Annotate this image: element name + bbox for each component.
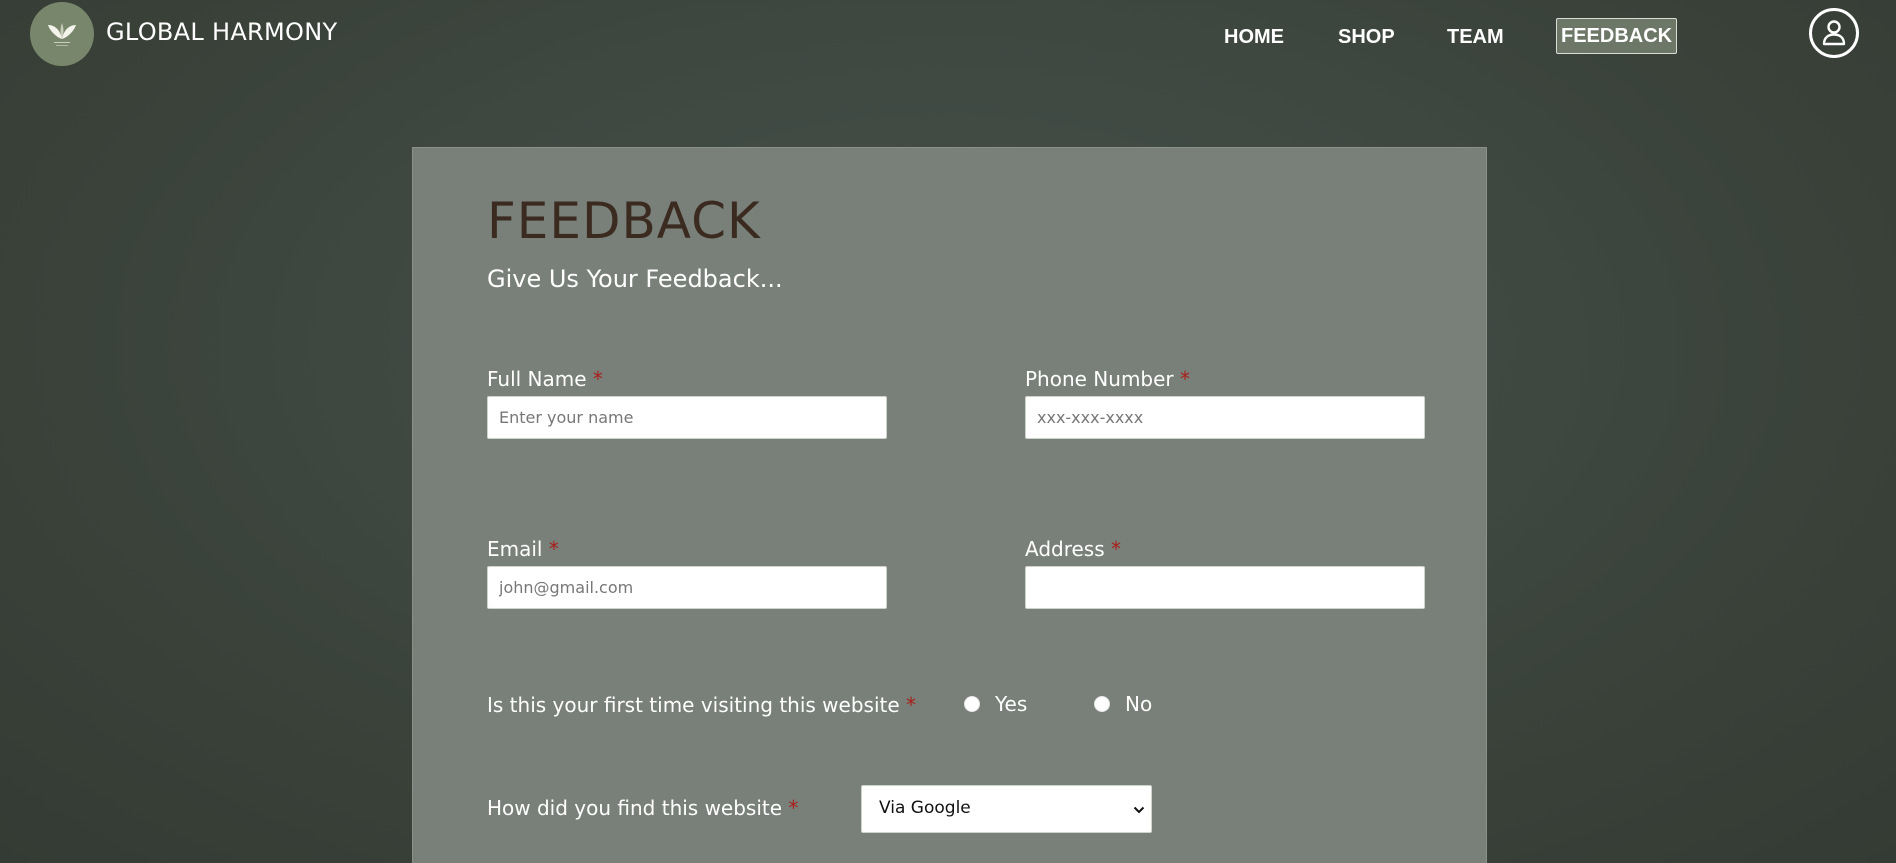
phone-input[interactable] [1025, 396, 1425, 439]
leaf-logo-icon[interactable] [30, 2, 94, 66]
brand-name[interactable]: GLOBAL HARMONY [106, 18, 337, 46]
phone-label-text: Phone Number [1025, 367, 1174, 391]
source-label-text: How did you find this website [487, 796, 783, 820]
email-input[interactable] [487, 566, 887, 609]
feedback-card: FEEDBACK Give Us Your Feedback... Full N… [412, 147, 1487, 863]
chevron-down-icon [1133, 801, 1145, 821]
address-label: Address * [1025, 537, 1121, 561]
page-subtitle: Give Us Your Feedback... [487, 265, 783, 293]
full-name-label: Full Name * [487, 367, 603, 391]
nav-team[interactable]: TEAM [1447, 18, 1504, 56]
radio-no[interactable] [1094, 696, 1110, 712]
source-label: How did you find this website * [487, 796, 798, 820]
required-mark: * [1180, 367, 1191, 391]
required-mark: * [548, 537, 559, 561]
nav-feedback[interactable]: FEEDBACK [1556, 18, 1678, 54]
email-label-text: Email [487, 537, 543, 561]
site-header: GLOBAL HARMONY HOME SHOP TEAM FEEDBACK [0, 0, 1896, 70]
required-mark: * [906, 693, 917, 717]
full-name-label-text: Full Name [487, 367, 587, 391]
nav-shop[interactable]: SHOP [1338, 18, 1395, 56]
required-mark: * [1111, 537, 1122, 561]
source-select-value: Via Google [879, 798, 971, 818]
first-time-label: Is this your first time visiting this we… [487, 693, 916, 717]
radio-yes[interactable] [964, 696, 980, 712]
full-name-input[interactable] [487, 396, 887, 439]
first-time-label-text: Is this your first time visiting this we… [487, 693, 900, 717]
user-profile-icon[interactable] [1809, 8, 1859, 58]
source-select[interactable]: Via Google [861, 785, 1152, 833]
radio-no-label[interactable]: No [1125, 692, 1152, 716]
required-mark: * [592, 367, 603, 391]
required-mark: * [788, 796, 799, 820]
page-title: FEEDBACK [487, 192, 761, 250]
address-label-text: Address [1025, 537, 1105, 561]
phone-label: Phone Number * [1025, 367, 1190, 391]
email-label: Email * [487, 537, 559, 561]
radio-yes-label[interactable]: Yes [995, 692, 1027, 716]
nav-home[interactable]: HOME [1224, 18, 1284, 56]
address-input[interactable] [1025, 566, 1425, 609]
